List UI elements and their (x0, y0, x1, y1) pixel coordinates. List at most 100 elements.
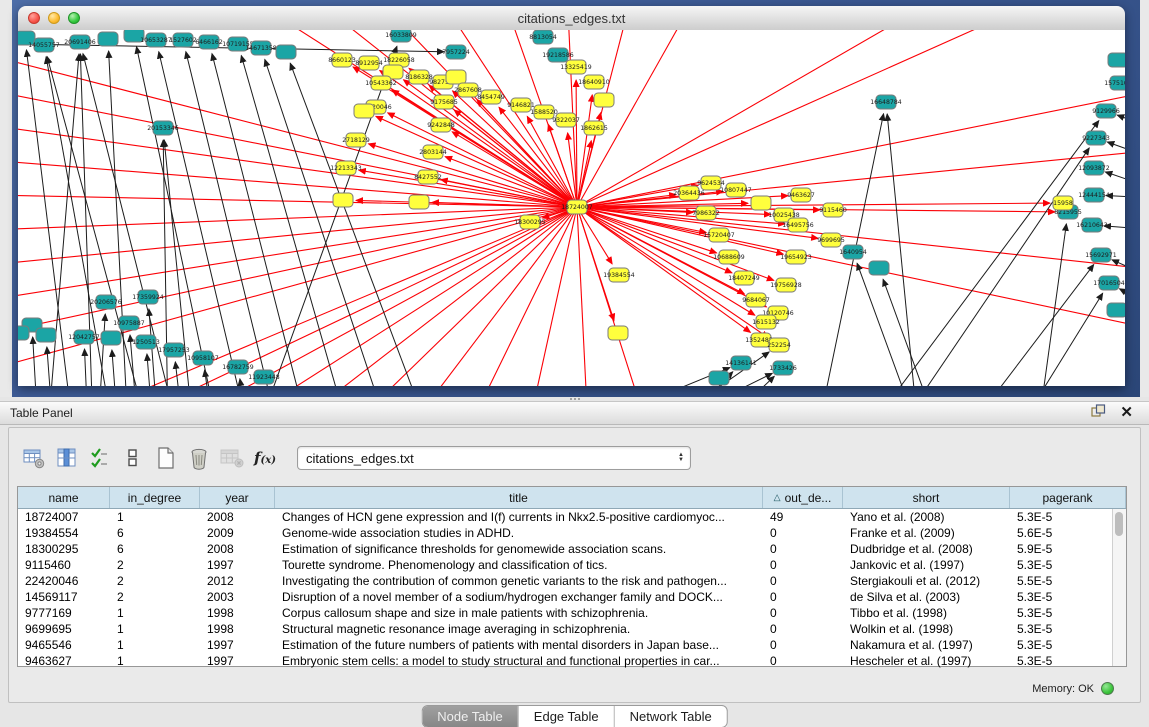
network-node[interactable] (869, 261, 889, 275)
select-column-button[interactable] (54, 445, 80, 471)
network-node[interactable]: 8427552 (414, 170, 442, 184)
tab-edge-table[interactable]: Edge Table (519, 706, 615, 727)
tab-network-table[interactable]: Network Table (615, 706, 727, 727)
network-node[interactable]: 19756928 (770, 278, 802, 292)
network-node[interactable] (18, 326, 29, 340)
network-node[interactable]: 1640954 (839, 245, 867, 259)
close-panel-icon[interactable]: ✕ (1120, 406, 1133, 420)
network-node[interactable] (36, 328, 56, 342)
delete-table-button-disabled[interactable] (219, 445, 245, 471)
network-node[interactable]: 9322037 (552, 113, 580, 127)
network-node[interactable]: 1250513 (132, 335, 160, 349)
network-node[interactable]: 8912954 (355, 56, 383, 70)
table-row[interactable]: 1872400712008Changes of HCN gene express… (18, 509, 1126, 525)
zoom-window-button[interactable] (68, 12, 80, 24)
network-node[interactable]: 9227343 (1082, 131, 1110, 145)
float-panel-icon[interactable] (1091, 404, 1106, 423)
column-header-title[interactable]: title (275, 487, 763, 508)
tab-node-table[interactable]: Node Table (422, 706, 519, 727)
network-node[interactable]: 8660123 (328, 53, 356, 67)
network-node[interactable]: 2718129 (342, 133, 370, 147)
table-row[interactable]: 946554611997Estimation of the future num… (18, 637, 1126, 653)
network-node[interactable]: 17016504 (1093, 276, 1125, 290)
table-row[interactable]: 969969511998Structural magnetic resonanc… (18, 621, 1126, 637)
network-node[interactable]: 1615132 (752, 315, 780, 329)
network-node[interactable]: 18640910 (578, 75, 610, 89)
network-node[interactable]: 20691406 (64, 35, 96, 49)
select-all-check-button[interactable] (87, 445, 113, 471)
network-node[interactable]: 1862615 (580, 121, 608, 135)
network-node[interactable]: 16210643 (1076, 218, 1108, 232)
network-node[interactable]: 16033809 (385, 30, 417, 42)
network-node[interactable]: 6466162 (195, 35, 223, 49)
network-node[interactable]: 252254 (767, 338, 791, 352)
network-node[interactable]: 19654923 (780, 250, 812, 264)
network-node[interactable]: 9129966 (1092, 104, 1120, 118)
network-node[interactable]: 2803144 (419, 145, 447, 159)
table-row[interactable]: 1830029562008Estimation of significance … (18, 541, 1126, 557)
network-node[interactable] (101, 331, 121, 345)
table-row[interactable]: 2242004622012Investigating the contribut… (18, 573, 1126, 589)
network-node[interactable]: 15958 (1053, 196, 1073, 210)
network-node[interactable] (276, 45, 296, 59)
column-header-in-degree[interactable]: in_degree (110, 487, 200, 508)
network-node[interactable] (709, 371, 729, 385)
network-node[interactable]: 1733426 (769, 361, 797, 375)
table-row[interactable]: 911546021997Tourette syndrome. Phenomeno… (18, 557, 1126, 573)
network-node[interactable] (333, 193, 353, 207)
network-node[interactable] (751, 196, 771, 210)
table-settings-button[interactable] (21, 445, 47, 471)
network-node[interactable]: 15751074 (1104, 76, 1125, 90)
network-node[interactable] (354, 104, 374, 118)
delete-trash-button[interactable] (186, 445, 212, 471)
network-node[interactable]: 1527602 (169, 33, 197, 47)
network-node[interactable]: 9463627 (787, 188, 815, 202)
new-document-button[interactable] (153, 445, 179, 471)
network-node[interactable]: 19384554 (603, 268, 635, 282)
network-node[interactable]: 12444154 (1078, 188, 1110, 202)
network-node[interactable]: 20364436 (673, 186, 705, 200)
table-row[interactable]: 977716911998Corpus callosum shape and si… (18, 605, 1126, 621)
table-row[interactable]: 946362711997Embryonic stem cells: a mode… (18, 653, 1126, 669)
network-node[interactable]: 9115460 (819, 203, 847, 217)
network-node[interactable] (608, 326, 628, 340)
network-node[interactable] (446, 70, 466, 84)
network-node[interactable]: 12093872 (1078, 161, 1110, 175)
network-node[interactable]: 9684067 (742, 293, 770, 307)
network-node[interactable]: 10653287 (140, 33, 172, 47)
network-node[interactable]: 16782759 (222, 360, 254, 374)
network-node[interactable]: 9242848 (427, 118, 455, 132)
close-window-button[interactable] (28, 12, 40, 24)
table-row[interactable]: 1938455462009Genome-wide association stu… (18, 525, 1126, 541)
network-node[interactable]: 10688609 (713, 250, 745, 264)
column-header-pagerank[interactable]: pagerank (1010, 487, 1126, 508)
network-window-titlebar[interactable]: citations_edges.txt (18, 6, 1125, 31)
column-header-out-de-[interactable]: △out_de... (763, 487, 843, 508)
network-node[interactable]: 9175685 (430, 95, 458, 109)
minimize-window-button[interactable] (48, 12, 60, 24)
network-node[interactable]: 7986322 (692, 206, 720, 220)
column-header-year[interactable]: year (200, 487, 275, 508)
table-vertical-scrollbar[interactable] (1112, 509, 1126, 666)
row-options-button[interactable] (120, 445, 146, 471)
network-node[interactable]: 10807447 (720, 183, 752, 197)
network-node[interactable]: 17359924 (132, 290, 164, 304)
table-selector-dropdown[interactable]: citations_edges.txt ▲▼ (297, 446, 691, 470)
column-header-name[interactable]: name (18, 487, 110, 508)
network-node[interactable]: 16648784 (870, 95, 902, 109)
network-node[interactable] (98, 32, 118, 46)
network-node[interactable]: 8454749 (477, 90, 505, 104)
network-node[interactable] (1108, 53, 1125, 67)
scrollbar-thumb[interactable] (1115, 512, 1123, 536)
network-node[interactable] (409, 195, 429, 209)
column-header-short[interactable]: short (843, 487, 1010, 508)
network-canvas[interactable]: 1872400714055757206914061065328715276026… (18, 30, 1125, 386)
network-node[interactable]: 8813054 (529, 30, 557, 44)
network-node[interactable]: 10958107 (187, 351, 219, 365)
network-node[interactable] (1107, 303, 1125, 317)
function-builder-button[interactable]: f(x) (252, 445, 278, 471)
network-node[interactable]: 7957224 (442, 45, 470, 59)
table-row[interactable]: 1456911722003Disruption of a novel membe… (18, 589, 1126, 605)
network-node[interactable]: 9699695 (817, 233, 845, 247)
network-node[interactable] (594, 93, 614, 107)
